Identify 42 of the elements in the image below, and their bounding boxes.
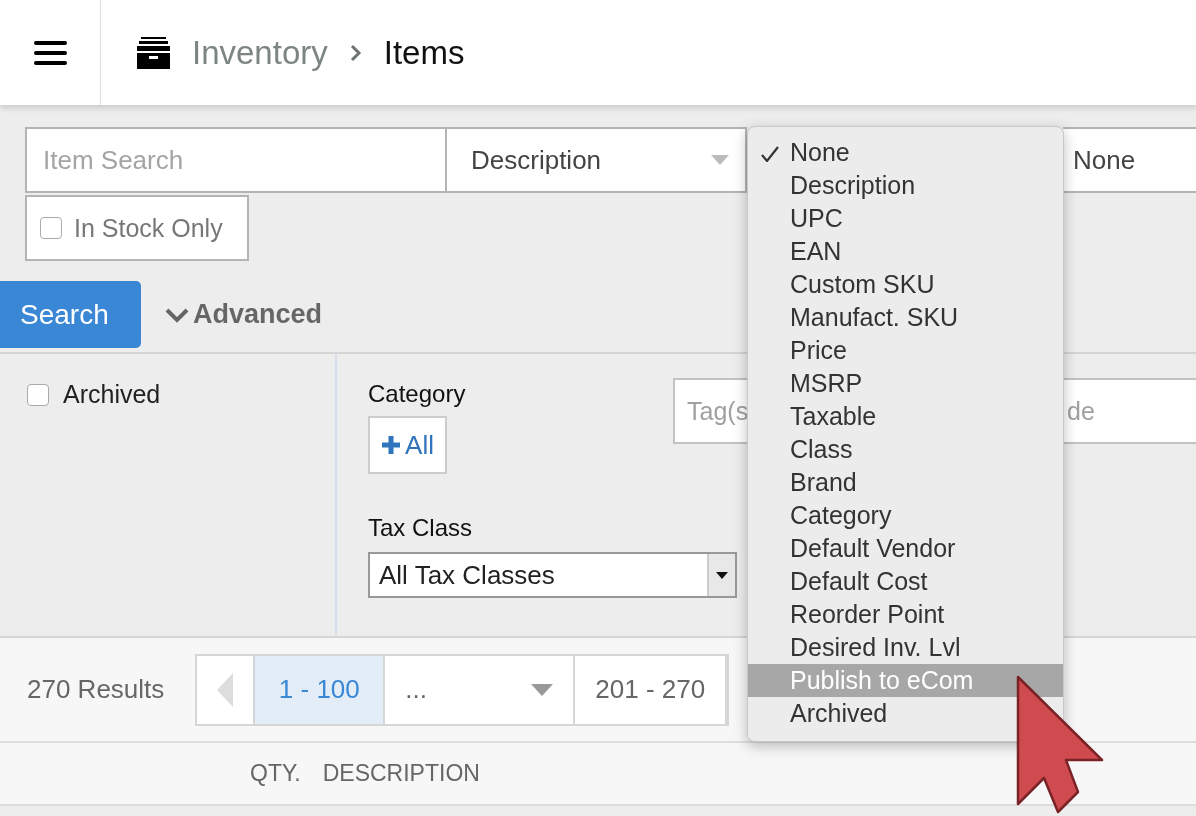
menu-item[interactable]: Category: [748, 499, 1063, 532]
menu-item[interactable]: Default Vendor: [748, 532, 1063, 565]
menu-item[interactable]: None: [748, 136, 1063, 169]
triangle-left-icon: [217, 672, 234, 707]
menu-item[interactable]: Class: [748, 433, 1063, 466]
search-button[interactable]: Search: [0, 281, 141, 348]
page-title: Items: [383, 33, 465, 72]
results-count: 270 Results: [27, 674, 165, 705]
menu-item[interactable]: Description: [748, 169, 1063, 202]
menu-item[interactable]: Manufact. SKU: [748, 301, 1063, 334]
filter-select[interactable]: None: [1063, 127, 1196, 193]
caret-down-icon: [711, 155, 729, 165]
chevron-right-icon: [349, 43, 362, 62]
menu-item[interactable]: Reorder Point: [748, 598, 1063, 631]
in-stock-checkbox[interactable]: In Stock Only: [25, 195, 249, 261]
column-header[interactable]: DESCRIPTION: [322, 760, 480, 787]
category-label: Category: [368, 380, 467, 408]
menu-item[interactable]: Price: [748, 334, 1063, 367]
tax-class-label: Tax Class: [368, 514, 474, 542]
chevron-icon: [165, 306, 189, 323]
menu-item[interactable]: Desired Inv. Lvl: [748, 631, 1063, 664]
menu-item[interactable]: EAN: [748, 235, 1063, 268]
menu-icon[interactable]: [33, 39, 67, 66]
menu-item[interactable]: UPC: [748, 202, 1063, 235]
breadcrumb-link[interactable]: Inventory: [192, 33, 328, 72]
menu-item[interactable]: Default Cost: [748, 565, 1063, 598]
caret-down-icon: [531, 683, 554, 696]
caret-down-icon: [716, 571, 728, 579]
archived-checkbox[interactable]: Archived: [27, 380, 335, 409]
plus-icon: [381, 435, 402, 455]
cursor-icon: [1014, 674, 1106, 816]
column-header[interactable]: QTY.: [250, 760, 301, 787]
archive-drawer-icon: [137, 36, 170, 69]
menu-item[interactable]: Archived: [748, 697, 1063, 730]
search-field-select[interactable]: Description: [447, 127, 747, 193]
advanced-toggle[interactable]: Advanced: [165, 299, 323, 330]
menu-item[interactable]: Brand: [748, 466, 1063, 499]
add-category-button[interactable]: All: [368, 416, 447, 474]
tax-class-select[interactable]: All Tax Classes: [368, 552, 737, 598]
menu-item[interactable]: Taxable: [748, 400, 1063, 433]
menu-item[interactable]: MSRP: [748, 367, 1063, 400]
menu-item[interactable]: Custom SKU: [748, 268, 1063, 301]
